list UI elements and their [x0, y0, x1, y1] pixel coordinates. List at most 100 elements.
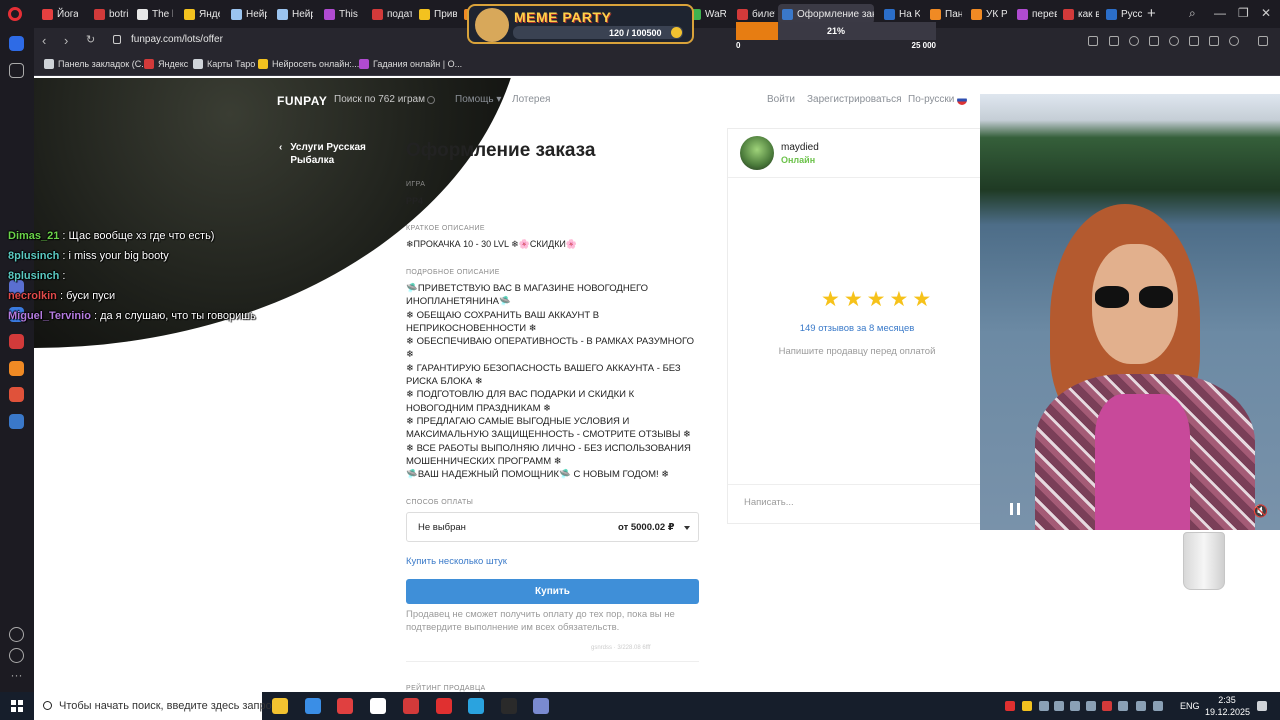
browser-tab[interactable]: botrix [90, 4, 128, 24]
register-link[interactable]: Зарегистрироваться [807, 94, 902, 105]
bookmark-item[interactable]: Нейросеть онлайн:... [258, 59, 359, 69]
sidebar-app-3-icon[interactable] [9, 361, 24, 376]
tray-app-icon[interactable] [1022, 701, 1032, 711]
opera-icon[interactable] [403, 698, 419, 714]
yandex-browser-icon[interactable] [370, 698, 386, 714]
more-icon[interactable]: ··· [9, 669, 24, 686]
tab-label: как в [1078, 8, 1099, 20]
reviews-link[interactable]: 149 отзывов за 8 месяцев [728, 323, 986, 334]
heart-icon[interactable] [1169, 36, 1179, 46]
edit-icon[interactable] [1088, 36, 1098, 46]
browser-tab[interactable]: The b [133, 4, 173, 24]
russian-flag-icon[interactable] [957, 95, 967, 105]
telegram-icon[interactable] [468, 698, 484, 714]
browser-tab[interactable]: подат [368, 4, 412, 24]
tray-volume-icon[interactable] [1153, 701, 1163, 711]
heart-sidebar-icon[interactable] [9, 627, 24, 642]
download-icon[interactable] [1189, 36, 1199, 46]
tray-bluetooth-icon[interactable] [1070, 701, 1080, 711]
tab-favicon-icon [1017, 8, 1028, 20]
lottery-link[interactable]: Лотерея [512, 94, 550, 105]
shield-icon[interactable] [1129, 36, 1139, 46]
browser-tab[interactable]: как в [1059, 4, 1099, 24]
url-field[interactable]: funpay.com/lots/offer [131, 34, 223, 45]
browser-tab[interactable]: Йога [38, 4, 78, 24]
home-icon[interactable] [9, 36, 24, 51]
tray-record-icon[interactable] [1005, 701, 1015, 711]
tray-yandex-icon[interactable] [1102, 701, 1112, 711]
tray-discord-icon[interactable] [1086, 701, 1096, 711]
back-to-category-link[interactable]: ‹ Услуги Русская Рыбалка [279, 141, 375, 167]
game-search-input[interactable]: Поиск по 762 играм [334, 94, 425, 105]
profile-icon[interactable] [1229, 36, 1239, 46]
browser-tab[interactable]: This p [320, 4, 360, 24]
bookmark-item[interactable]: Панель закладок (С... [44, 59, 149, 69]
browser-tab[interactable]: перев [1013, 4, 1057, 24]
notifications-icon[interactable] [1257, 701, 1267, 711]
file-explorer-icon[interactable] [272, 698, 288, 714]
extensions-icon[interactable] [1258, 36, 1268, 46]
message-input[interactable]: Написать... [744, 497, 794, 508]
bookmark-item[interactable]: Яндекс [144, 59, 188, 69]
tray-steam-icon[interactable] [1054, 701, 1064, 711]
browser-tab[interactable]: Русск [1102, 4, 1142, 24]
tab-favicon-icon [324, 8, 335, 20]
camera-icon[interactable] [1109, 36, 1119, 46]
tab-label: На Ki [899, 8, 920, 20]
clock-date[interactable]: 19.12.2025 [1200, 707, 1255, 717]
new-tab-button[interactable]: + [1147, 5, 1156, 22]
sidebar-app-5-icon[interactable] [9, 414, 24, 429]
yandex-sidebar-icon[interactable] [9, 334, 24, 349]
help-menu[interactable]: Помощь ▾ [455, 94, 501, 105]
tray-telegram-icon[interactable] [1039, 701, 1049, 711]
seller-name[interactable]: maydied [781, 142, 819, 153]
forward-icon[interactable]: › [64, 33, 68, 48]
back-icon[interactable]: ‹ [42, 33, 46, 48]
minimize-icon[interactable]: — [1214, 6, 1226, 20]
close-window-icon[interactable]: ✕ [1261, 6, 1271, 20]
browser-tab[interactable]: Нейр [273, 4, 313, 24]
bookmark-item[interactable]: Гадания онлайн | О... [359, 59, 462, 69]
windows-start-icon[interactable] [11, 700, 23, 712]
windows-taskbar: Чтобы начать поиск, введите здесь запрос… [0, 692, 1280, 720]
language-select[interactable]: По-русски [908, 94, 954, 105]
buy-multiple-link[interactable]: Купить несколько штук [406, 556, 507, 567]
clock-time[interactable]: 2:35 [1212, 695, 1242, 705]
pause-icon[interactable] [1010, 503, 1020, 515]
yandex-icon[interactable] [337, 698, 353, 714]
browser-tab[interactable]: Яндек [180, 4, 220, 24]
browser-tab[interactable]: УК РФ [967, 4, 1007, 24]
payment-method-select[interactable]: Не выбран от 5000.02 ₽ [406, 512, 699, 542]
browser-tab[interactable]: Нейр [227, 4, 267, 24]
menu-icon[interactable] [1209, 36, 1219, 46]
browser-tab[interactable]: Приве [415, 4, 457, 24]
tray-wifi-icon[interactable] [1136, 701, 1146, 711]
maximize-icon[interactable]: ❐ [1238, 6, 1249, 20]
star-icon[interactable] [9, 63, 24, 78]
lock-icon[interactable] [113, 35, 121, 44]
taskbar-search-box[interactable]: Чтобы начать поиск, введите здесь запрос [34, 692, 277, 720]
buy-button[interactable]: Купить [406, 579, 699, 604]
login-link[interactable]: Войти [767, 94, 795, 105]
tab-favicon-icon [1063, 8, 1074, 20]
tray-network-icon[interactable] [1118, 701, 1128, 711]
reload-icon[interactable]: ↻ [86, 33, 95, 46]
play-icon[interactable] [1149, 36, 1159, 46]
message-box[interactable]: Написать... [728, 484, 986, 524]
opera-logo-icon[interactable] [8, 7, 22, 21]
discord-icon[interactable] [533, 698, 549, 714]
input-language[interactable]: ENG [1180, 701, 1200, 711]
opera-gx-icon[interactable] [436, 698, 452, 714]
xbox-icon[interactable] [501, 698, 517, 714]
webcam-video-overlay[interactable] [980, 94, 1280, 530]
store-icon[interactable] [305, 698, 321, 714]
funpay-logo[interactable]: FUNPAY [277, 94, 327, 108]
mute-icon[interactable]: 🔇 [1253, 504, 1268, 518]
chat-message: 8plusinch : [8, 270, 338, 290]
search-icon[interactable] [427, 96, 435, 104]
history-icon[interactable] [9, 648, 24, 663]
avatar[interactable] [740, 136, 774, 170]
search-tabs-icon[interactable]: ⌕ [1189, 6, 1196, 21]
sidebar-app-4-icon[interactable] [9, 387, 24, 402]
bookmark-item[interactable]: Карты Таро [193, 59, 255, 69]
